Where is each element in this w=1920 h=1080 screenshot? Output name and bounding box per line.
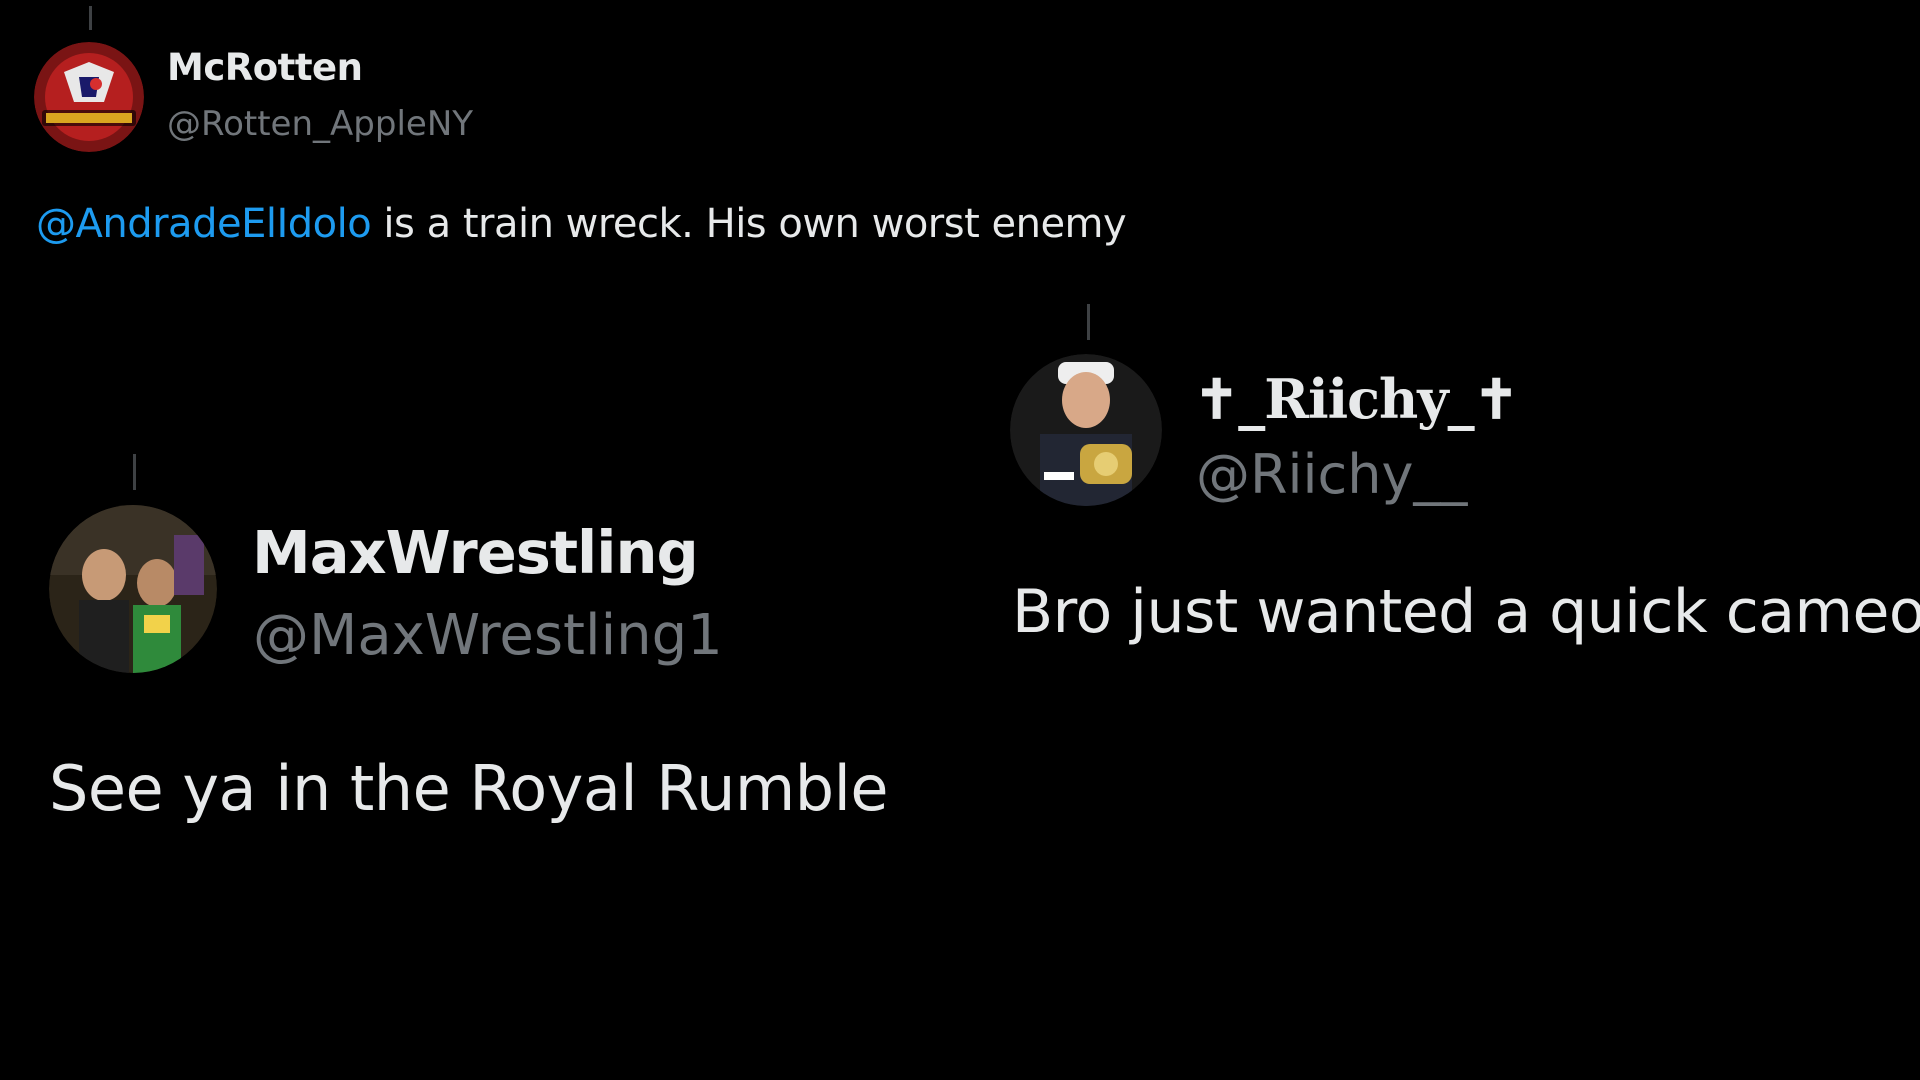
mcrotten-logo-avatar[interactable]	[34, 42, 144, 152]
display-name[interactable]: MaxWrestling	[252, 518, 699, 587]
display-name[interactable]: McRotten	[167, 46, 363, 89]
display-name[interactable]: ✝_Riichy_✝	[1194, 367, 1519, 431]
tweet-text-rest: is a train wreck. His own worst enemy	[371, 201, 1127, 247]
user-handle[interactable]: @Riichy__	[1196, 443, 1467, 506]
thread-connector-line	[89, 6, 92, 30]
wrestlers-photo-avatar[interactable]	[49, 505, 217, 673]
user-handle[interactable]: @Rotten_AppleNY	[167, 104, 473, 144]
thread-connector-line	[133, 454, 136, 490]
avatar-icon	[34, 42, 144, 152]
tweet-text: See ya in the Royal Rumble	[49, 752, 889, 825]
user-handle[interactable]: @MaxWrestling1	[253, 603, 723, 668]
tweet-text: Bro just wanted a quick cameo	[1012, 577, 1920, 647]
thread-connector-line	[1087, 304, 1090, 340]
person-with-belt-avatar[interactable]	[1010, 354, 1162, 506]
avatar-icon	[1010, 354, 1162, 506]
mention-link[interactable]: @AndradeElIdolo	[36, 201, 372, 247]
avatar-icon	[49, 505, 217, 673]
tweet-text: @AndradeElIdolo is a train wreck. His ow…	[36, 201, 1127, 247]
